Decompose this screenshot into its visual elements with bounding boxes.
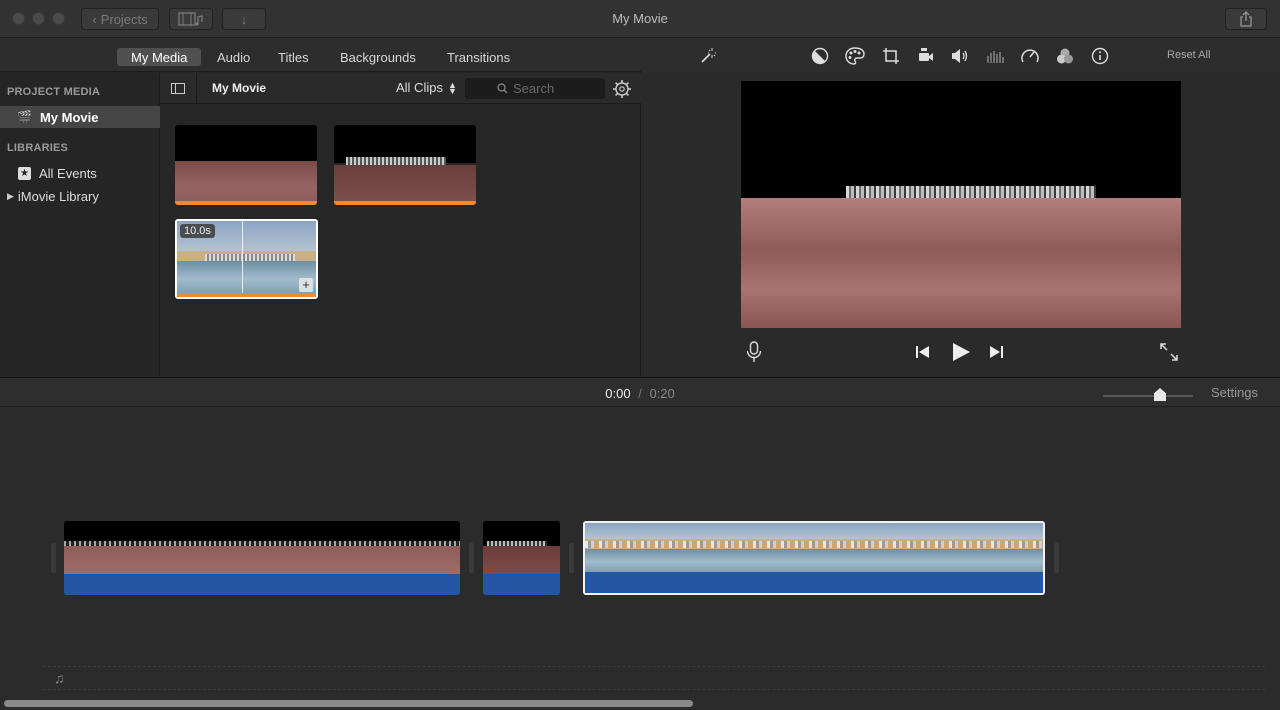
adjustments-toolbar: Reset All — [642, 39, 1280, 72]
fullscreen-button[interactable] — [1160, 343, 1178, 361]
horizontal-scrollbar[interactable] — [4, 700, 693, 707]
play-button[interactable] — [951, 342, 971, 362]
tab-transitions[interactable]: Transitions — [433, 48, 524, 66]
libraries-heading: LIBRARIES — [7, 142, 69, 154]
zoom-slider[interactable] — [1103, 384, 1193, 402]
sidebar-item-label: All Events — [39, 165, 97, 181]
timeline-clip-3-selected[interactable] — [583, 521, 1045, 595]
media-clip-2[interactable] — [334, 125, 476, 205]
sidebar-item-label: iMovie Library — [17, 188, 99, 204]
audio-waveform — [483, 574, 560, 595]
transition-handle[interactable] — [569, 543, 574, 573]
used-range-bar — [175, 201, 317, 205]
noise-reduction-icon[interactable] — [985, 46, 1005, 66]
search-icon — [497, 83, 508, 94]
tab-audio[interactable]: Audio — [203, 48, 264, 66]
search-placeholder: Search — [513, 81, 555, 96]
tab-backgrounds[interactable]: Backgrounds — [326, 48, 430, 66]
current-time: 0:00 — [605, 386, 631, 401]
title-bar: ‹ Projects ↓ My Movie — [0, 0, 1280, 38]
transition-handle[interactable] — [469, 543, 474, 573]
crop-icon[interactable] — [881, 46, 901, 66]
share-icon — [1240, 11, 1252, 27]
add-clip-button[interactable]: + — [299, 278, 313, 292]
timeline: ♫ — [0, 407, 1280, 710]
timeline-clip-2[interactable] — [483, 521, 560, 595]
timecode-display: 0:00 / 0:20 — [0, 386, 1280, 401]
microphone-icon — [746, 341, 762, 362]
share-button[interactable] — [1225, 8, 1267, 30]
video-preview — [741, 81, 1181, 328]
audio-waveform — [64, 574, 460, 595]
skip-back-button[interactable] — [915, 345, 931, 359]
library-sidebar: PROJECT MEDIA 🎬 My Movie LIBRARIES ★ All… — [0, 73, 160, 376]
speed-icon[interactable] — [1020, 46, 1040, 66]
star-icon: ★ — [18, 166, 31, 180]
sidebar-item-all-events[interactable]: ★ All Events — [0, 162, 160, 184]
color-balance-icon[interactable] — [810, 46, 830, 66]
reset-all-button[interactable]: Reset All — [1167, 49, 1210, 61]
zoom-slider-thumb[interactable] — [1154, 388, 1166, 401]
project-media-heading: PROJECT MEDIA — [7, 86, 101, 98]
media-settings-button[interactable] — [612, 79, 632, 99]
browser-tabs: My Media Audio Titles Backgrounds Transi… — [0, 39, 641, 72]
transition-handle[interactable] — [51, 543, 56, 573]
clips-filter-label: All Clips — [396, 80, 443, 95]
magic-wand-icon[interactable] — [698, 46, 718, 66]
clips-filter-select[interactable]: All Clips ▲ ▼ — [396, 80, 457, 95]
media-clip-1[interactable] — [175, 125, 317, 205]
volume-icon[interactable] — [950, 46, 970, 66]
sidebar-item-label: My Movie — [39, 109, 99, 125]
skip-forward-button[interactable] — [988, 345, 1004, 359]
disclosure-triangle-icon[interactable]: ▶ — [7, 191, 14, 202]
sidebar-item-my-movie[interactable]: 🎬 My Movie — [0, 106, 160, 128]
media-toolbar: My Movie All Clips ▲ ▼ Search — [160, 73, 641, 104]
transition-handle[interactable] — [1054, 543, 1059, 573]
time-separator: / — [638, 386, 642, 401]
tab-titles[interactable]: Titles — [264, 48, 323, 66]
media-clip-3-selected[interactable]: 10.0s + — [175, 219, 318, 299]
filter-icon[interactable] — [1055, 46, 1075, 66]
media-browser: My Media Audio Titles Backgrounds Transi… — [0, 39, 641, 376]
audio-waveform — [585, 572, 1043, 593]
skip-forward-icon — [990, 346, 1003, 358]
window-title: My Movie — [612, 11, 668, 26]
clip-duration-badge: 10.0s — [180, 224, 215, 238]
gear-icon — [613, 80, 631, 98]
sidebar-toggle-icon — [171, 83, 185, 94]
used-range-bar — [334, 201, 476, 205]
viewer-panel: Reset All — [642, 39, 1280, 376]
background-music-well[interactable]: ♫ — [43, 666, 1265, 690]
play-icon — [953, 343, 970, 361]
sidebar-toggle-button[interactable] — [160, 73, 197, 104]
skip-back-icon — [916, 346, 929, 358]
total-time: 0:20 — [649, 386, 675, 401]
timeline-clip-1[interactable] — [64, 521, 460, 595]
media-title: My Movie — [212, 81, 267, 95]
timeline-header: 0:00 / 0:20 Settings — [0, 377, 1280, 407]
color-correction-icon[interactable] — [845, 46, 865, 66]
music-note-icon: ♫ — [54, 670, 65, 686]
info-icon[interactable] — [1090, 46, 1110, 66]
expand-icon — [1160, 343, 1178, 361]
used-range-bar — [177, 293, 316, 297]
sidebar-item-imovie-library[interactable]: ▶ iMovie Library — [0, 185, 160, 207]
stabilization-icon[interactable] — [916, 46, 936, 66]
timeline-settings-button[interactable]: Settings — [1211, 385, 1258, 400]
voiceover-button[interactable] — [745, 341, 763, 363]
updown-chevron-icon: ▲ ▼ — [447, 79, 457, 96]
clapper-icon: 🎬 — [17, 110, 32, 124]
tab-my-media[interactable]: My Media — [117, 48, 202, 66]
search-input[interactable]: Search — [465, 78, 605, 99]
